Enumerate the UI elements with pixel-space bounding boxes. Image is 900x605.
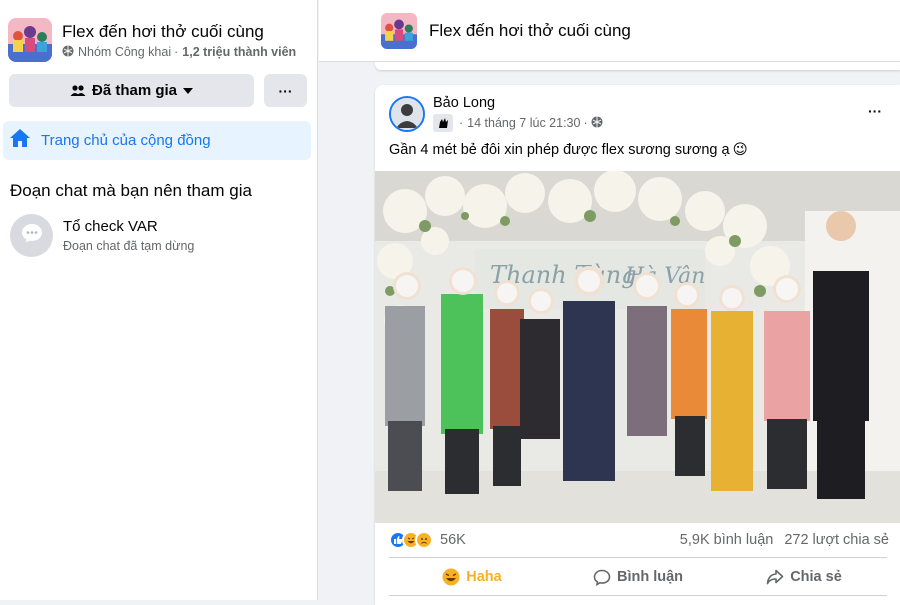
group-more-button[interactable]: ··· (264, 74, 307, 107)
member-badge-icon[interactable] (433, 114, 453, 132)
post-text: Gần 4 mét bẻ đôi xin phép được flex sươn… (389, 142, 748, 158)
group-name[interactable]: Flex đến hơi thở cuối cùng (429, 21, 631, 41)
caret-down-icon (183, 87, 194, 95)
post-actions: Haha Bình luận Chia sẻ (389, 559, 887, 595)
author-avatar[interactable] (389, 95, 425, 132)
group-sidebar: Flex đến hơi thở cuối cùng Nhóm Công kha… (0, 0, 318, 600)
comment-icon (593, 569, 611, 586)
people-icon (70, 84, 86, 98)
group-header: Flex đến hơi thở cuối cùng Nhóm Công kha… (8, 18, 296, 62)
haha-label: Haha (466, 569, 502, 585)
sidebar-item-community-home[interactable]: Trang chủ của cộng đồng (3, 121, 311, 160)
share-icon (766, 569, 784, 585)
post-timestamp[interactable]: 14 tháng 7 lúc 21:30 (467, 116, 580, 130)
group-cover-thumbnail[interactable] (8, 18, 52, 62)
post-header: Bảo Long · 14 tháng 7 lúc 21:30 · (389, 95, 603, 132)
divider (389, 595, 887, 596)
sad-reaction-icon (415, 531, 433, 549)
comment-label: Bình luận (616, 569, 684, 585)
divider (389, 557, 887, 558)
suggested-chat-item[interactable]: Tổ check VAR Đoạn chat đã tạm dừng (10, 214, 194, 257)
haha-emoji-icon (442, 568, 460, 586)
chat-avatar (10, 214, 53, 257)
member-count[interactable]: 1,2 triệu thành viên (182, 45, 296, 59)
winking-emoji: 😉 (732, 142, 748, 158)
author-name[interactable]: Bảo Long (433, 95, 603, 111)
previous-post-edge (375, 62, 900, 70)
main-group-header: Flex đến hơi thở cuối cùng (319, 0, 900, 62)
comment-button[interactable]: Bình luận (555, 559, 721, 595)
post-photo[interactable]: Thanh Tùng Hà Vân (375, 171, 900, 523)
post-body: Gần 4 mét bẻ đôi xin phép được flex sươn… (389, 142, 730, 158)
share-button[interactable]: Chia sẻ (721, 559, 887, 595)
group-cover-thumbnail[interactable] (381, 12, 417, 49)
globe-icon (62, 45, 74, 60)
haha-button[interactable]: Haha (389, 559, 555, 595)
post-meta: · 14 tháng 7 lúc 21:30 · (433, 114, 603, 132)
chat-status: Đoạn chat đã tạm dừng (63, 239, 195, 253)
group-name[interactable]: Flex đến hơi thở cuối cùng (62, 21, 296, 43)
reaction-summary[interactable]: 56K (389, 531, 466, 549)
joined-label: Đã tham gia (91, 82, 178, 99)
feed-post: Bảo Long · 14 tháng 7 lúc 21:30 · ··· Gầ… (375, 85, 900, 605)
globe-icon (591, 116, 603, 131)
post-stats: 56K 5,9K bình luận 272 lượt chia sẻ (389, 529, 889, 551)
separator-dot: · (174, 45, 179, 59)
joined-button[interactable]: Đã tham gia (9, 74, 254, 107)
more-dots-icon: ··· (868, 103, 882, 119)
reaction-count: 56K (440, 532, 466, 548)
post-dot: · (583, 116, 588, 130)
chat-name: Tổ check VAR (63, 218, 158, 235)
group-privacy: Nhóm Công khai (78, 45, 172, 59)
sidebar-item-label: Trang chủ của cộng đồng (41, 132, 211, 149)
post-dot: · (459, 116, 464, 130)
share-count[interactable]: 272 lượt chia sẻ (784, 532, 889, 548)
post-options-button[interactable]: ··· (868, 103, 882, 121)
suggested-chats-heading: Đoạn chat mà bạn nên tham gia (10, 181, 252, 200)
chat-bubble-icon (21, 223, 43, 248)
share-label: Chia sẻ (790, 569, 842, 585)
more-dots-icon: ··· (278, 82, 293, 99)
home-icon (9, 128, 31, 153)
comment-count[interactable]: 5,9K bình luận (680, 532, 774, 548)
group-meta: Nhóm Công khai · 1,2 triệu thành viên (62, 45, 296, 60)
